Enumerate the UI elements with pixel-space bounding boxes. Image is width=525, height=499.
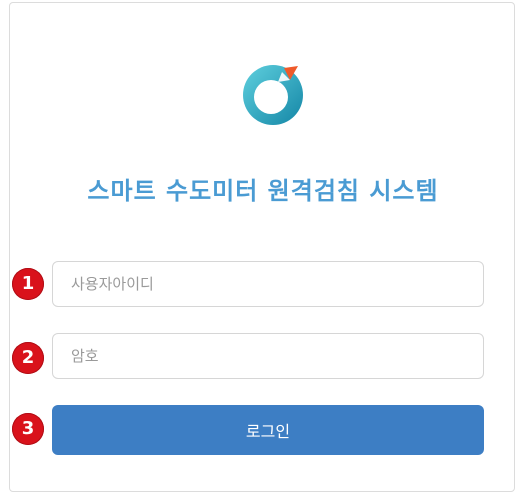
login-card: 스마트 수도미터 원격검침 시스템 로그인 bbox=[9, 2, 515, 492]
step-marker-1: 1 bbox=[12, 268, 44, 300]
compass-logo-icon bbox=[243, 65, 303, 125]
page-title: 스마트 수도미터 원격검침 시스템 bbox=[87, 177, 439, 205]
step-marker-3: 3 bbox=[12, 413, 44, 445]
login-button[interactable]: 로그인 bbox=[52, 405, 484, 455]
step-marker-2: 2 bbox=[12, 342, 44, 374]
password-input[interactable] bbox=[52, 333, 484, 379]
username-input[interactable] bbox=[52, 261, 484, 307]
